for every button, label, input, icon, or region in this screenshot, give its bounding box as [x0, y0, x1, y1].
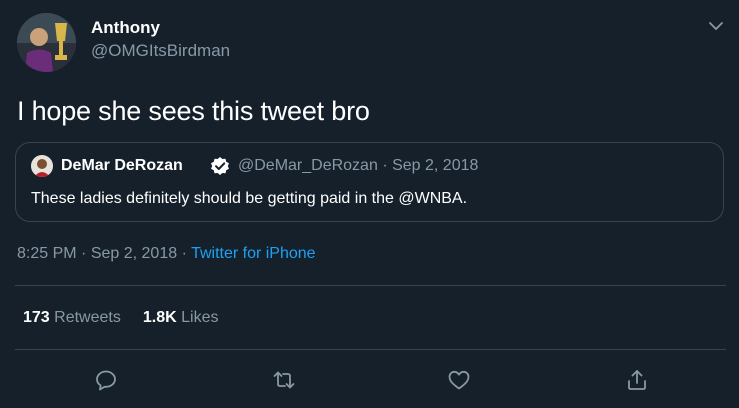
meta-separator: ·: [81, 245, 87, 262]
likes-stat[interactable]: 1.8K Likes: [143, 309, 219, 326]
tweet-time[interactable]: 8:25 PM: [17, 245, 77, 262]
quoted-tweet[interactable]: DeMar DeRozan @DeMar_DeRozan · Sep 2, 20…: [15, 142, 724, 222]
divider: [15, 349, 726, 350]
tweet-meta: 8:25 PM · Sep 2, 2018 · Twitter for iPho…: [17, 244, 316, 264]
divider: [15, 285, 726, 286]
reply-icon[interactable]: [94, 368, 118, 392]
like-icon[interactable]: [447, 368, 471, 392]
retweets-stat[interactable]: 173 Retweets: [23, 309, 121, 326]
author-name[interactable]: Anthony: [91, 17, 160, 39]
retweets-label: Retweets: [54, 309, 121, 326]
chevron-down-icon[interactable]: [707, 17, 725, 35]
share-icon[interactable]: [625, 368, 649, 392]
quoted-meta: @DeMar_DeRozan · Sep 2, 2018: [238, 156, 478, 176]
author-avatar[interactable]: [17, 13, 76, 72]
retweet-icon[interactable]: [272, 368, 296, 392]
quoted-author-name[interactable]: DeMar DeRozan: [61, 156, 183, 176]
retweets-count: 173: [23, 309, 50, 326]
meta-separator: ·: [181, 245, 187, 262]
tweet-source-link[interactable]: Twitter for iPhone: [191, 245, 316, 262]
author-handle[interactable]: @OMGItsBirdman: [91, 40, 230, 62]
quoted-author-avatar[interactable]: [31, 155, 53, 177]
likes-count: 1.8K: [142, 309, 177, 326]
tweet-text: I hope she sees this tweet bro: [17, 96, 370, 126]
quoted-tweet-text: These ladies definitely should be gettin…: [31, 190, 468, 207]
tweet-stats: 173 Retweets 1.8K Likes: [23, 308, 218, 328]
verified-badge-icon: [210, 156, 230, 176]
meta-separator: ·: [382, 157, 388, 174]
quoted-date[interactable]: Sep 2, 2018: [392, 157, 478, 174]
likes-label: Likes: [181, 309, 219, 326]
quoted-author-handle[interactable]: @DeMar_DeRozan: [238, 157, 378, 174]
tweet-date[interactable]: Sep 2, 2018: [91, 245, 177, 262]
tweet-detail: Anthony @OMGItsBirdman I hope she sees t…: [0, 0, 739, 408]
